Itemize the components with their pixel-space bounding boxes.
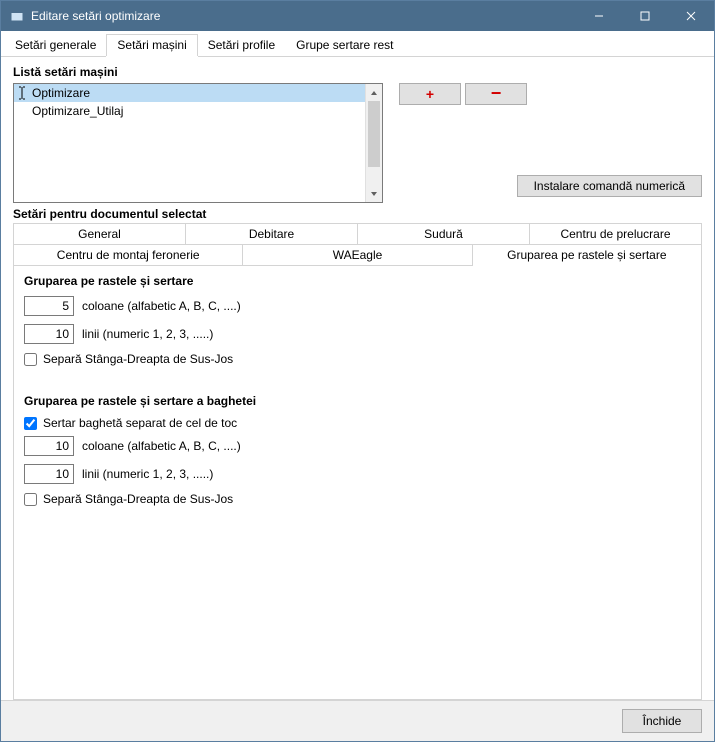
bead-separate-lr-label: Separă Stânga-Dreapta de Sus-Jos	[43, 492, 233, 506]
close-button[interactable]: Închide	[622, 709, 702, 733]
outer-tab-row: Setări generale Setări mașini Setări pro…	[1, 31, 714, 56]
inner-tab-general[interactable]: General	[14, 224, 186, 245]
app-window: Editare setări optimizare Setări general…	[0, 0, 715, 742]
list-item[interactable]: Optimizare_Utilaj	[14, 102, 365, 120]
remove-button[interactable]: −	[465, 83, 527, 105]
minimize-button[interactable]	[576, 1, 622, 31]
columns-label: coloane (alfabetic A, B, C, ....)	[82, 299, 241, 313]
separate-bead-drawer-label: Sertar baghetă separat de cel de toc	[43, 416, 237, 430]
window-controls	[576, 1, 714, 31]
list-item[interactable]: Optimizare	[14, 84, 365, 102]
add-remove-buttons: + −	[399, 83, 527, 105]
bead-separate-lr-checkbox[interactable]	[24, 493, 37, 506]
group-bead-rack-drawer: Gruparea pe rastele și sertare a baghete…	[24, 394, 691, 506]
tab-machine-settings[interactable]: Setări mașini	[106, 34, 197, 57]
close-window-button[interactable]	[668, 1, 714, 31]
list-item-label: Optimizare	[32, 86, 90, 100]
separate-lr-label: Separă Stânga-Dreapta de Sus-Jos	[43, 352, 233, 366]
bead-columns-label: coloane (alfabetic A, B, C, ....)	[82, 439, 241, 453]
inner-tab-welding[interactable]: Sudură	[358, 224, 530, 245]
machine-list-label: Listă setări mașini	[13, 65, 702, 79]
bead-rows-input[interactable]	[24, 464, 74, 484]
inner-tab-hardware-center[interactable]: Centru de montaj feronerie	[14, 245, 243, 266]
bead-separate-lr-checkbox-row[interactable]: Separă Stânga-Dreapta de Sus-Jos	[24, 492, 691, 506]
machine-list[interactable]: Optimizare Optimizare_Utilaj	[13, 83, 383, 203]
app-icon	[9, 8, 25, 24]
inner-tab-rack-grouping[interactable]: Gruparea pe rastele și sertare	[473, 245, 701, 266]
bead-rows-label: linii (numeric 1, 2, 3, .....)	[82, 467, 213, 481]
separate-lr-checkbox[interactable]	[24, 353, 37, 366]
rows-input[interactable]	[24, 324, 74, 344]
text-cursor-icon	[18, 86, 26, 100]
titlebar: Editare setări optimizare	[1, 1, 714, 31]
settings-panel: Gruparea pe rastele și sertare coloane (…	[13, 266, 702, 700]
inner-tab-machining-center[interactable]: Centru de prelucrare	[530, 224, 701, 245]
tab-drawer-groups[interactable]: Grupe sertare rest	[285, 34, 404, 56]
group-title: Gruparea pe rastele și sertare	[24, 274, 691, 288]
separate-bead-drawer-row[interactable]: Sertar baghetă separat de cel de toc	[24, 416, 691, 430]
inner-tab-waeagle[interactable]: WAEagle	[243, 245, 472, 266]
scroll-up-icon[interactable]	[366, 84, 382, 101]
inner-tabs: General Debitare Sudură Centru de preluc…	[13, 223, 702, 266]
tab-profile-settings[interactable]: Setări profile	[197, 34, 286, 56]
separate-lr-checkbox-row[interactable]: Separă Stânga-Dreapta de Sus-Jos	[24, 352, 691, 366]
bead-columns-input[interactable]	[24, 436, 74, 456]
selected-doc-label: Setări pentru documentul selectat	[13, 207, 702, 221]
rows-label: linii (numeric 1, 2, 3, .....)	[82, 327, 213, 341]
plus-icon: +	[426, 86, 434, 102]
group-rack-drawer: Gruparea pe rastele și sertare coloane (…	[24, 274, 691, 366]
scroll-thumb[interactable]	[368, 101, 380, 167]
columns-input[interactable]	[24, 296, 74, 316]
tab-content: Listă setări mașini Optimizare Optimizar…	[1, 57, 714, 700]
add-button[interactable]: +	[399, 83, 461, 105]
list-item-label: Optimizare_Utilaj	[32, 104, 123, 118]
footer: Închide	[1, 700, 714, 741]
maximize-button[interactable]	[622, 1, 668, 31]
scroll-down-icon[interactable]	[366, 185, 382, 202]
window-title: Editare setări optimizare	[31, 9, 576, 23]
scrollbar[interactable]	[365, 84, 382, 202]
tab-general-settings[interactable]: Setări generale	[4, 34, 107, 56]
group-title: Gruparea pe rastele și sertare a baghete…	[24, 394, 691, 408]
install-nc-button[interactable]: Instalare comandă numerică	[517, 175, 702, 197]
inner-tab-cutting[interactable]: Debitare	[186, 224, 358, 245]
separate-bead-drawer-checkbox[interactable]	[24, 417, 37, 430]
